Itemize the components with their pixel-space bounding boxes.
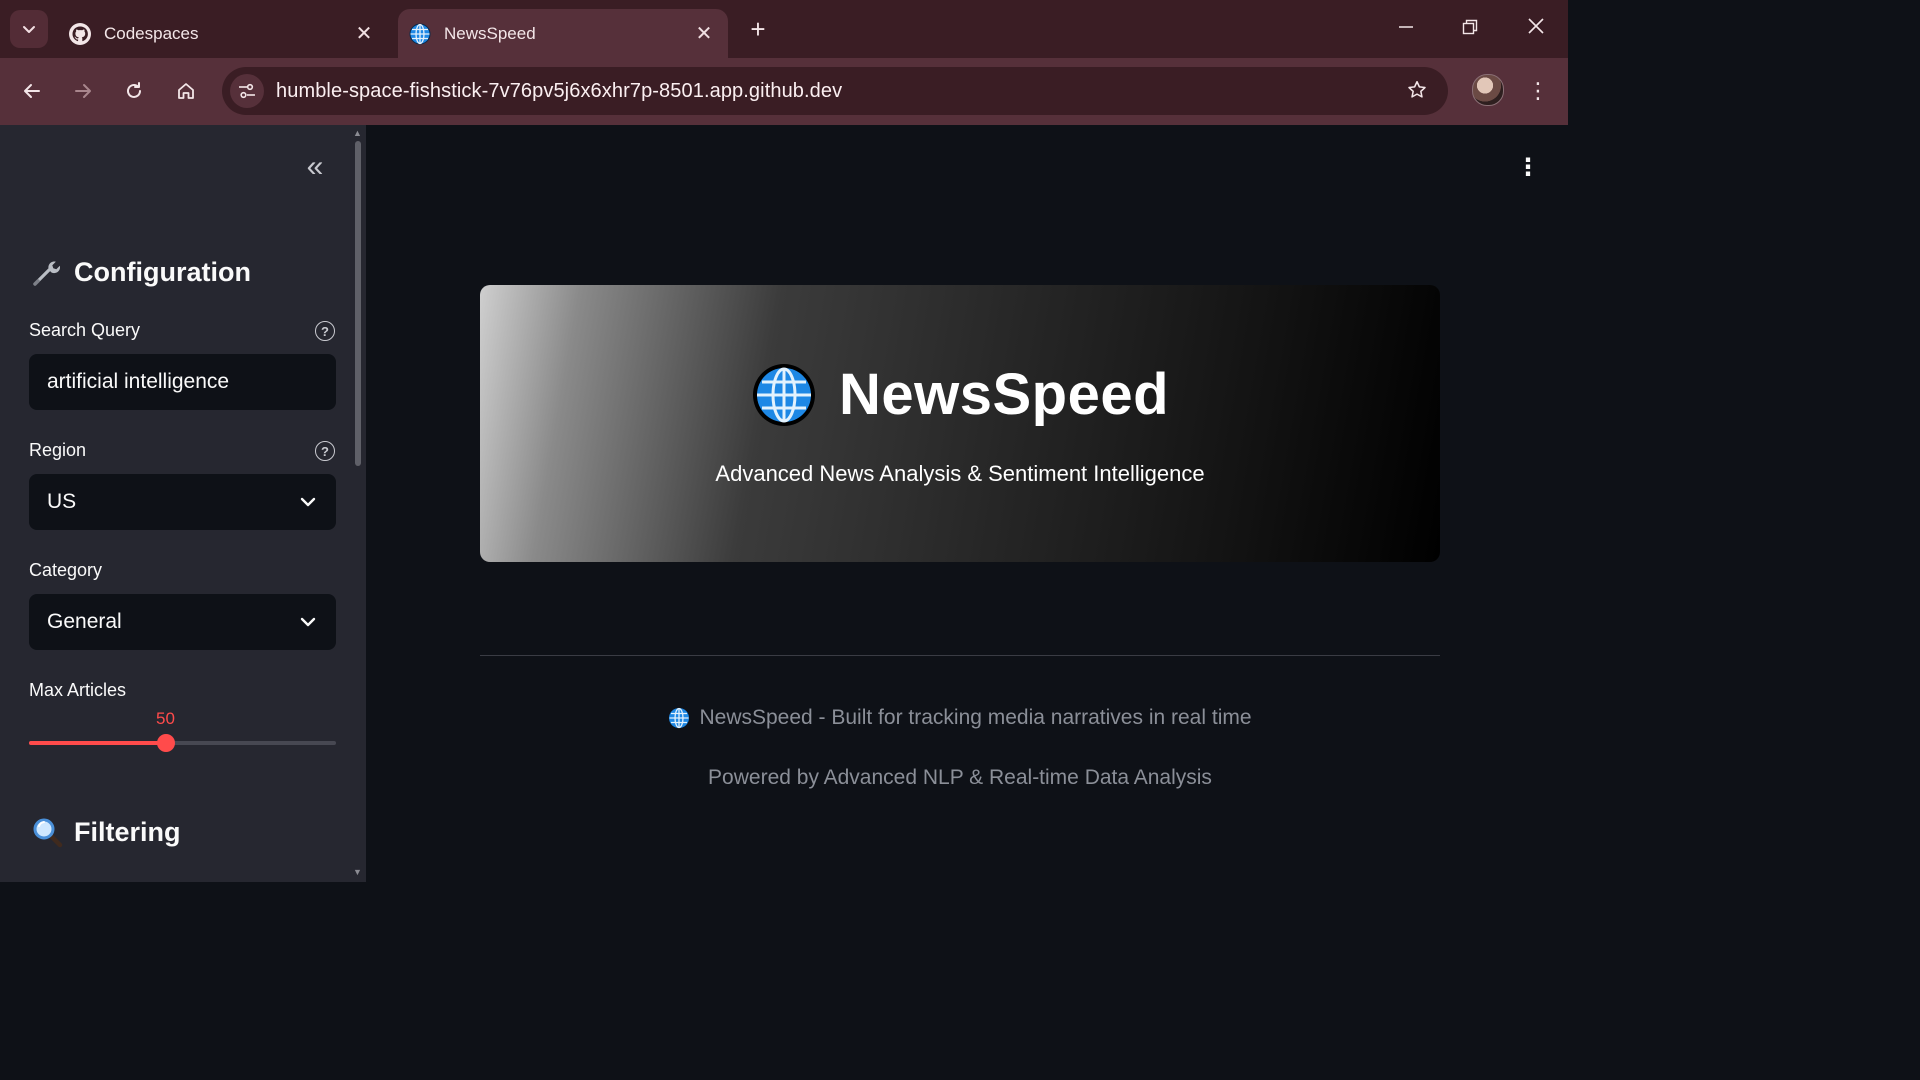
filtering-header: Filtering: [30, 815, 181, 849]
help-icon[interactable]: ?: [315, 321, 335, 341]
home-icon[interactable]: [170, 75, 202, 107]
filtering-title: Filtering: [74, 816, 181, 847]
scroll-down-icon[interactable]: ▼: [353, 867, 362, 877]
hero-subtitle: Advanced News Analysis & Sentiment Intel…: [715, 461, 1205, 486]
address-bar[interactable]: humble-space-fishstick-7v76pv5j6x6xhr7p-…: [222, 67, 1448, 115]
slider-handle[interactable]: [157, 734, 175, 752]
max-articles-label: Max Articles: [29, 680, 127, 700]
sidebar-scroll-thumb[interactable]: [355, 141, 361, 466]
max-articles-value: 50: [156, 709, 175, 728]
collapse-sidebar-icon[interactable]: «: [300, 152, 330, 183]
tab-search-button[interactable]: [10, 10, 48, 48]
close-window-icon[interactable]: [1516, 14, 1556, 44]
divider: [480, 655, 1440, 656]
browser-tabstrip: Codespaces ✕ NewsSpeed ✕ +: [0, 0, 1568, 58]
chevron-down-icon: [23, 26, 35, 33]
profile-avatar[interactable]: [1472, 74, 1504, 106]
site-info-icon[interactable]: [230, 74, 264, 108]
max-articles-slider[interactable]: [29, 734, 336, 752]
globe-icon: [669, 707, 690, 729]
search-query-input[interactable]: [29, 354, 336, 410]
scroll-up-icon[interactable]: ▲: [353, 128, 362, 138]
footer-line-1: NewsSpeed - Built for tracking media nar…: [366, 706, 1554, 730]
hero-title: NewsSpeed: [480, 361, 1440, 428]
magnifier-icon: [30, 815, 64, 849]
slider-fill: [29, 741, 166, 745]
app-title: NewsSpeed: [838, 362, 1170, 427]
globe-icon: [408, 22, 432, 46]
back-icon[interactable]: [16, 75, 48, 107]
tab-codespaces[interactable]: Codespaces ✕: [58, 9, 388, 58]
url-text[interactable]: humble-space-fishstick-7v76pv5j6x6xhr7p-…: [276, 80, 842, 103]
region-selected-value: US: [47, 490, 77, 513]
new-tab-button[interactable]: +: [744, 14, 772, 44]
github-icon: [68, 22, 92, 46]
region-label: Region: [29, 440, 87, 460]
category-label: Category: [29, 560, 103, 580]
configuration-title: Configuration: [74, 256, 251, 287]
tab-title: Codespaces: [104, 23, 199, 43]
reload-icon[interactable]: [118, 75, 150, 107]
restore-icon[interactable]: [1450, 14, 1490, 44]
app-menu-icon[interactable]: ⋮: [1516, 155, 1540, 181]
browser-toolbar: humble-space-fishstick-7v76pv5j6x6xhr7p-…: [0, 58, 1568, 125]
close-tab-icon[interactable]: ✕: [352, 21, 376, 46]
tab-newsspeed[interactable]: NewsSpeed ✕: [398, 9, 728, 58]
chevron-down-icon: [300, 617, 316, 627]
browser-menu-icon[interactable]: ⋮: [1526, 76, 1550, 106]
configuration-header: Configuration: [30, 255, 251, 289]
search-query-label: Search Query: [29, 320, 141, 340]
close-tab-icon[interactable]: ✕: [692, 21, 716, 46]
bookmark-star-icon[interactable]: [1406, 79, 1428, 107]
wrench-icon: [30, 255, 64, 289]
chevron-down-icon: [300, 497, 316, 507]
tab-title: NewsSpeed: [444, 23, 536, 43]
footer-line-2: Powered by Advanced NLP & Real-time Data…: [708, 766, 1212, 789]
forward-icon[interactable]: [67, 75, 99, 107]
main-content: ⋮ NewsSpeed Advanced News Analysis & Sen…: [366, 125, 1568, 882]
globe-icon: [752, 363, 815, 426]
sidebar: « Configuration Search Query ? Region ? …: [0, 125, 366, 882]
category-selected-value: General: [47, 610, 122, 633]
minimize-icon[interactable]: [1386, 14, 1426, 44]
search-query-field[interactable]: [47, 370, 307, 394]
category-select[interactable]: General: [29, 594, 336, 650]
footer-tagline: NewsSpeed - Built for tracking media nar…: [699, 706, 1252, 729]
help-icon[interactable]: ?: [315, 441, 335, 461]
region-select[interactable]: US: [29, 474, 336, 530]
hero-banner: NewsSpeed Advanced News Analysis & Senti…: [480, 285, 1440, 562]
